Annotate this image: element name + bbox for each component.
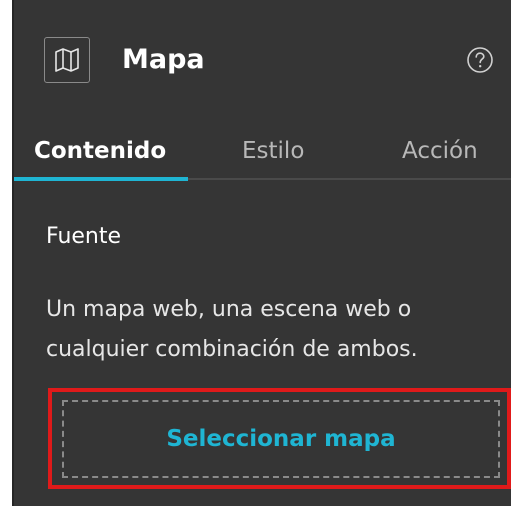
select-map-label: Seleccionar mapa (166, 426, 396, 452)
settings-tabs: Contenido Estilo Acción (14, 122, 511, 181)
panel-header: Mapa (14, 0, 511, 122)
tab-estilo[interactable]: Estilo (242, 136, 304, 166)
tab-accion[interactable]: Acción (402, 136, 478, 166)
map-widget-settings-panel: Mapa Contenido Estilo Acción Fuente Un m… (12, 0, 511, 506)
question-circle-icon[interactable] (465, 45, 495, 75)
active-tab-indicator (14, 177, 188, 181)
panel-title: Mapa (122, 44, 205, 75)
source-description: Un mapa web, una escena web o cualquier … (46, 297, 418, 362)
tab-contenido[interactable]: Contenido (34, 136, 166, 166)
map-icon (44, 37, 90, 83)
source-section-label: Fuente (46, 224, 122, 249)
select-map-button[interactable]: Seleccionar mapa (62, 400, 500, 478)
